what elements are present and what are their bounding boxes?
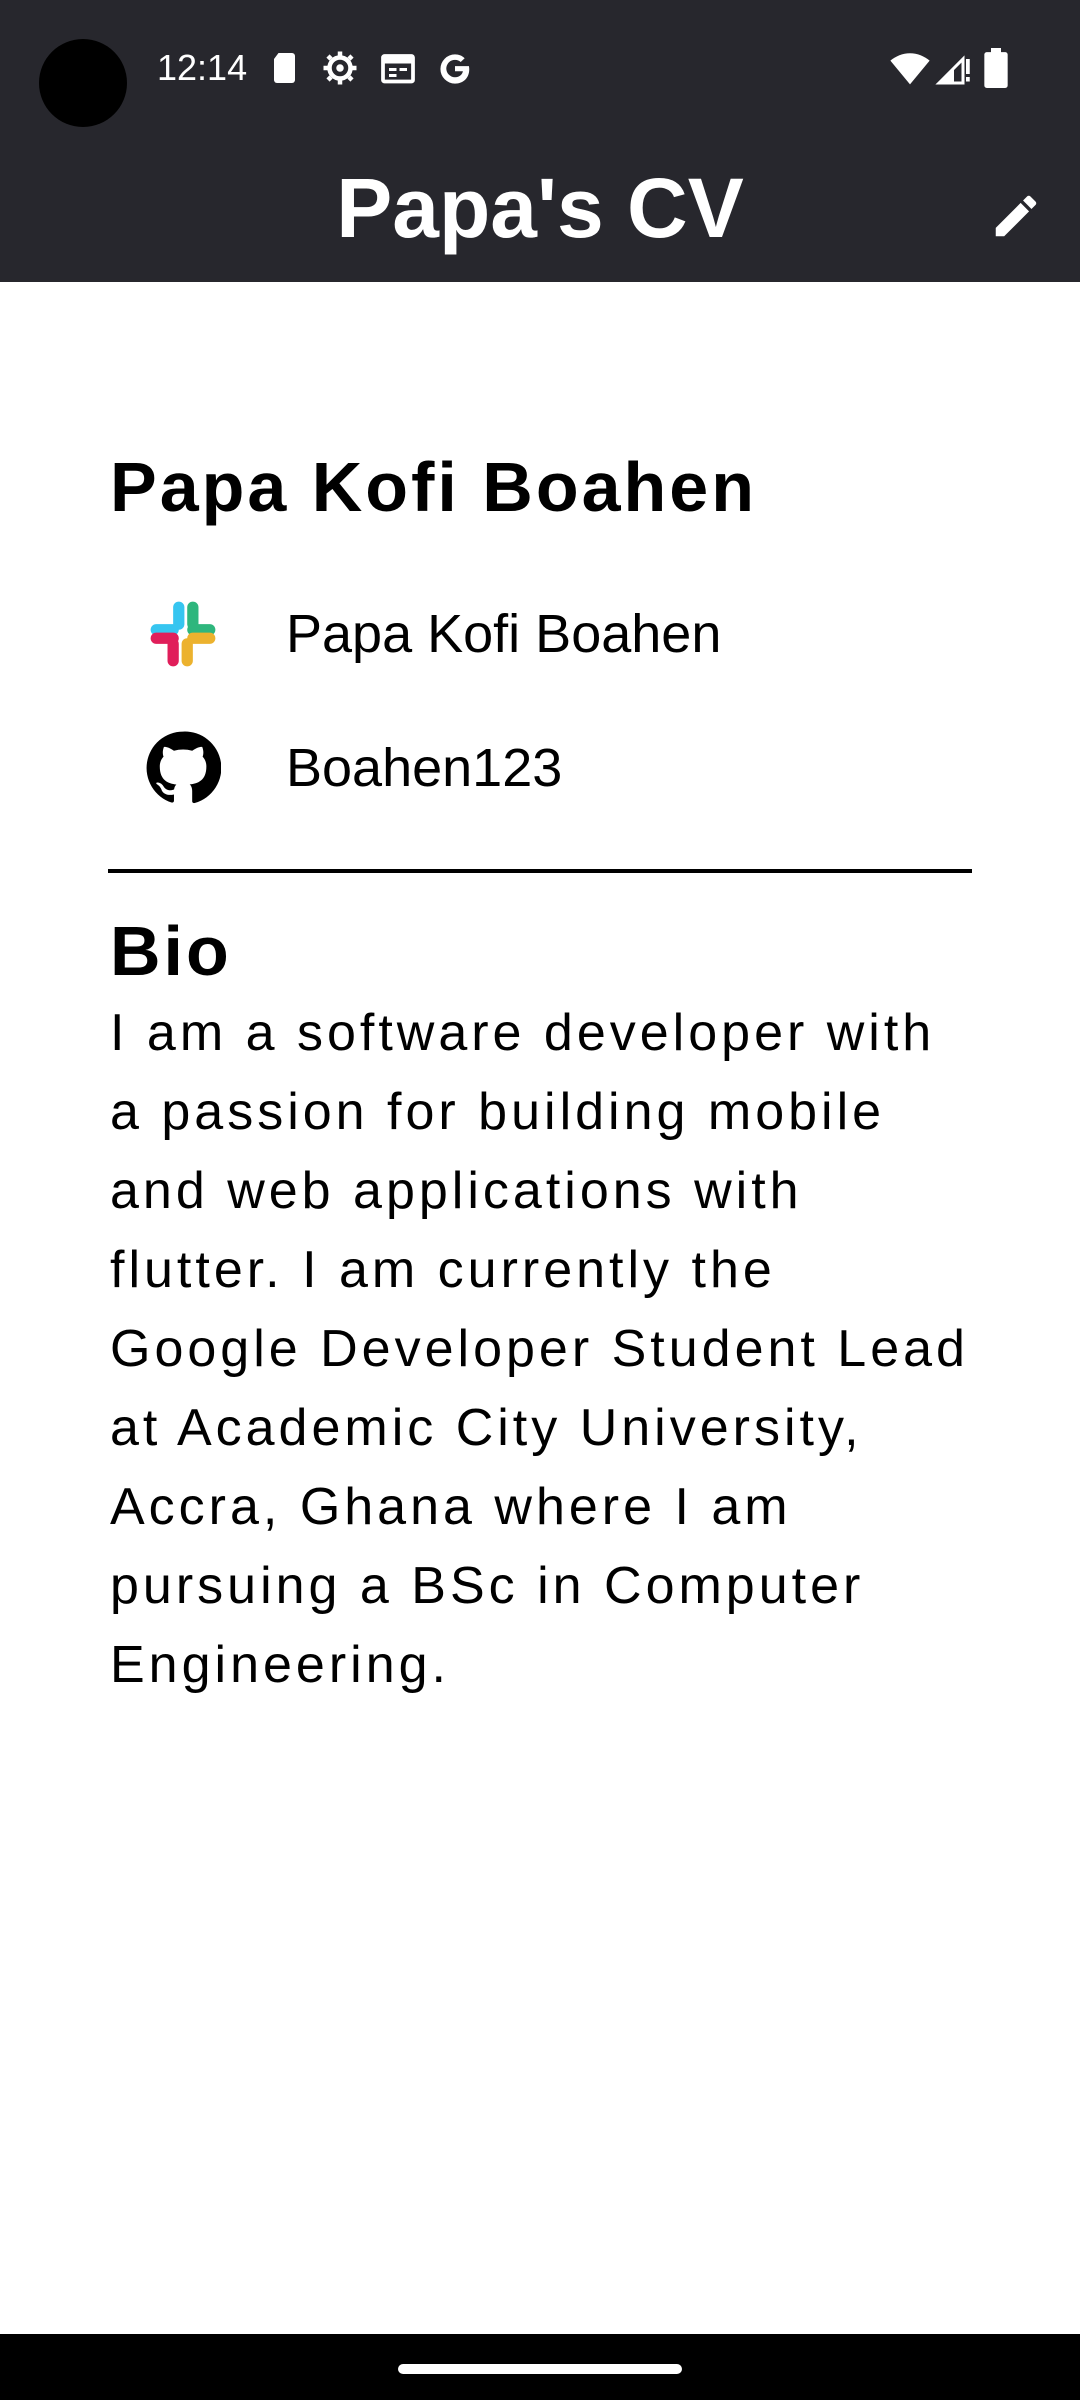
github-icon — [145, 730, 221, 806]
slack-contact-label: Papa Kofi Boahen — [286, 604, 722, 664]
bio-text: I am a software developer with a passion… — [110, 1004, 969, 1694]
home-gesture-bar[interactable] — [398, 2364, 682, 2374]
github-contact-label: Boahen123 — [286, 738, 563, 798]
edit-button[interactable] — [970, 170, 1062, 262]
slack-icon — [145, 596, 221, 672]
app-title: Papa's CV — [336, 161, 744, 255]
app-bar: Papa's CV — [0, 130, 1080, 282]
bio-heading: Bio — [110, 912, 232, 990]
status-time: 12:14 — [157, 47, 248, 88]
github-contact-row[interactable]: Boahen123 — [110, 718, 972, 818]
status-bar: 12:14 — [0, 0, 1080, 130]
settings-gear-icon — [322, 50, 358, 86]
camera-cutout — [39, 39, 127, 127]
navigation-bar — [0, 2334, 1080, 2400]
calendar-icon — [380, 50, 416, 86]
battery-icon — [984, 48, 1008, 88]
google-g-icon — [436, 50, 472, 86]
sd-card-icon — [268, 50, 304, 86]
wifi-icon — [890, 50, 930, 86]
profile-name: Papa Kofi Boahen — [110, 448, 757, 526]
cellular-signal-icon — [934, 50, 974, 86]
slack-contact-row[interactable]: Papa Kofi Boahen — [110, 584, 972, 684]
screen: 12:14 Papa's CV Papa Kofi Boahen Papa Ko… — [0, 0, 1080, 2400]
edit-pencil-icon — [989, 189, 1043, 243]
section-divider — [108, 869, 972, 873]
